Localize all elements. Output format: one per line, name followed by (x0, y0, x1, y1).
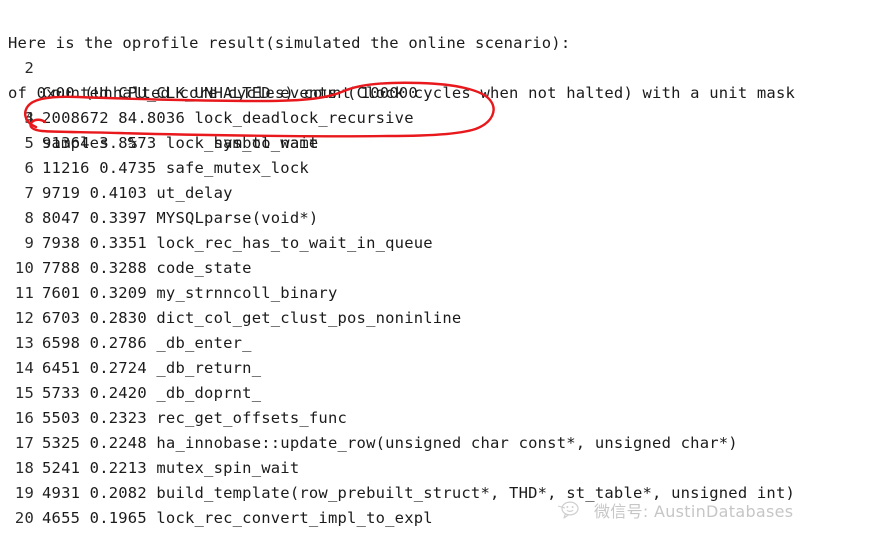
output-line-counted: 2 Counted CPU_CLK_UNHALTED events (Clock… (0, 31, 873, 102)
profile-row: 15 5733 0.2420 _db_doprnt_ (0, 381, 873, 406)
profile-row-text: 9719 0.4103 ut_delay (42, 184, 233, 202)
profile-row: 10 7788 0.3288 code_state (0, 256, 873, 281)
line-number: 19 (14, 484, 34, 502)
profile-row-text: 5325 0.2248 ha_innobase::update_row(unsi… (42, 434, 738, 452)
profile-row-text: 5241 0.2213 mutex_spin_wait (42, 459, 300, 477)
wechat-watermark: 微信号: AustinDatabases (556, 498, 793, 522)
profile-row: 16 5503 0.2323 rec_get_offsets_func (0, 406, 873, 431)
profile-row-text: 7788 0.3288 code_state (42, 259, 252, 277)
profile-row-text: 7601 0.3209 my_strnncoll_binary (42, 284, 338, 302)
profile-row: 5 91364 3.8573 lock_has_to_wait (0, 131, 873, 156)
profile-row-text: 6451 0.2724 _db_return_ (42, 359, 262, 377)
profile-row: 6 11216 0.4735 safe_mutex_lock (0, 156, 873, 181)
profile-row: 9 7938 0.3351 lock_rec_has_to_wait_in_que… (0, 231, 873, 256)
line-number: 5 (24, 134, 34, 152)
line-number: 7 (24, 184, 34, 202)
line-number: 11 (14, 284, 34, 302)
profile-row-text: 4655 0.1965 lock_rec_convert_impl_to_exp… (42, 509, 433, 527)
profile-row-text: 7938 0.3351 lock_rec_has_to_wait_in_queu… (42, 234, 433, 252)
line-number: 6 (24, 159, 34, 177)
output-line-intro: Here is the oprofile result(simulated th… (0, 6, 873, 52)
profile-row-text: 6703 0.2830 dict_col_get_clust_pos_nonin… (42, 309, 462, 327)
profile-row-text: 11216 0.4735 safe_mutex_lock (42, 159, 309, 177)
line-number: 10 (14, 259, 34, 277)
profile-row: 11 7601 0.3209 my_strnncoll_binary (0, 281, 873, 306)
line-number: 4 (24, 109, 34, 127)
line-number: 16 (14, 409, 34, 427)
line-number: 9 (24, 234, 34, 252)
watermark-text: 微信号: AustinDatabases (594, 502, 794, 521)
profile-row: 12 6703 0.2830 dict_col_get_clust_pos_non… (0, 306, 873, 331)
profile-row: 14 6451 0.2724 _db_return_ (0, 356, 873, 381)
line-number: 14 (14, 359, 34, 377)
profile-row-text: 5733 0.2420 _db_doprnt_ (42, 384, 262, 402)
line-number: 17 (14, 434, 34, 452)
profile-row: 18 5241 0.2213 mutex_spin_wait (0, 456, 873, 481)
line-number: 15 (14, 384, 34, 402)
profile-row: 7 9719 0.4103 ut_delay (0, 181, 873, 206)
output-column-header: 3 samples % symbol name (0, 81, 873, 152)
profile-row-text: 91364 3.8573 lock_has_to_wait (42, 134, 319, 152)
oprofile-output: Here is the oprofile result(simulated th… (0, 0, 873, 547)
line-number: 13 (14, 334, 34, 352)
profile-row: 8 8047 0.3397 MYSQLparse(void*) (0, 206, 873, 231)
profile-row: 13 6598 0.2786 _db_enter_ (0, 331, 873, 356)
profile-row-text: 6598 0.2786 _db_enter_ (42, 334, 252, 352)
line-number: 8 (24, 209, 34, 227)
line-number: 20 (14, 509, 34, 527)
profile-row-text: 2008672 84.8036 lock_deadlock_recursive (42, 109, 414, 127)
profile-row-text: 5503 0.2323 rec_get_offsets_func (42, 409, 348, 427)
output-line-unitmask: of 0x00 (Unhalted core cycles) count 100… (0, 56, 873, 102)
line-number: 12 (14, 309, 34, 327)
line-number: 18 (14, 459, 34, 477)
profile-row-text: 8047 0.3397 MYSQLparse(void*) (42, 209, 319, 227)
profile-row: 4 2008672 84.8036 lock_deadlock_recursive (0, 106, 873, 131)
wechat-icon (557, 501, 579, 519)
profile-row: 17 5325 0.2248 ha_innobase::update_row(un… (0, 431, 873, 456)
